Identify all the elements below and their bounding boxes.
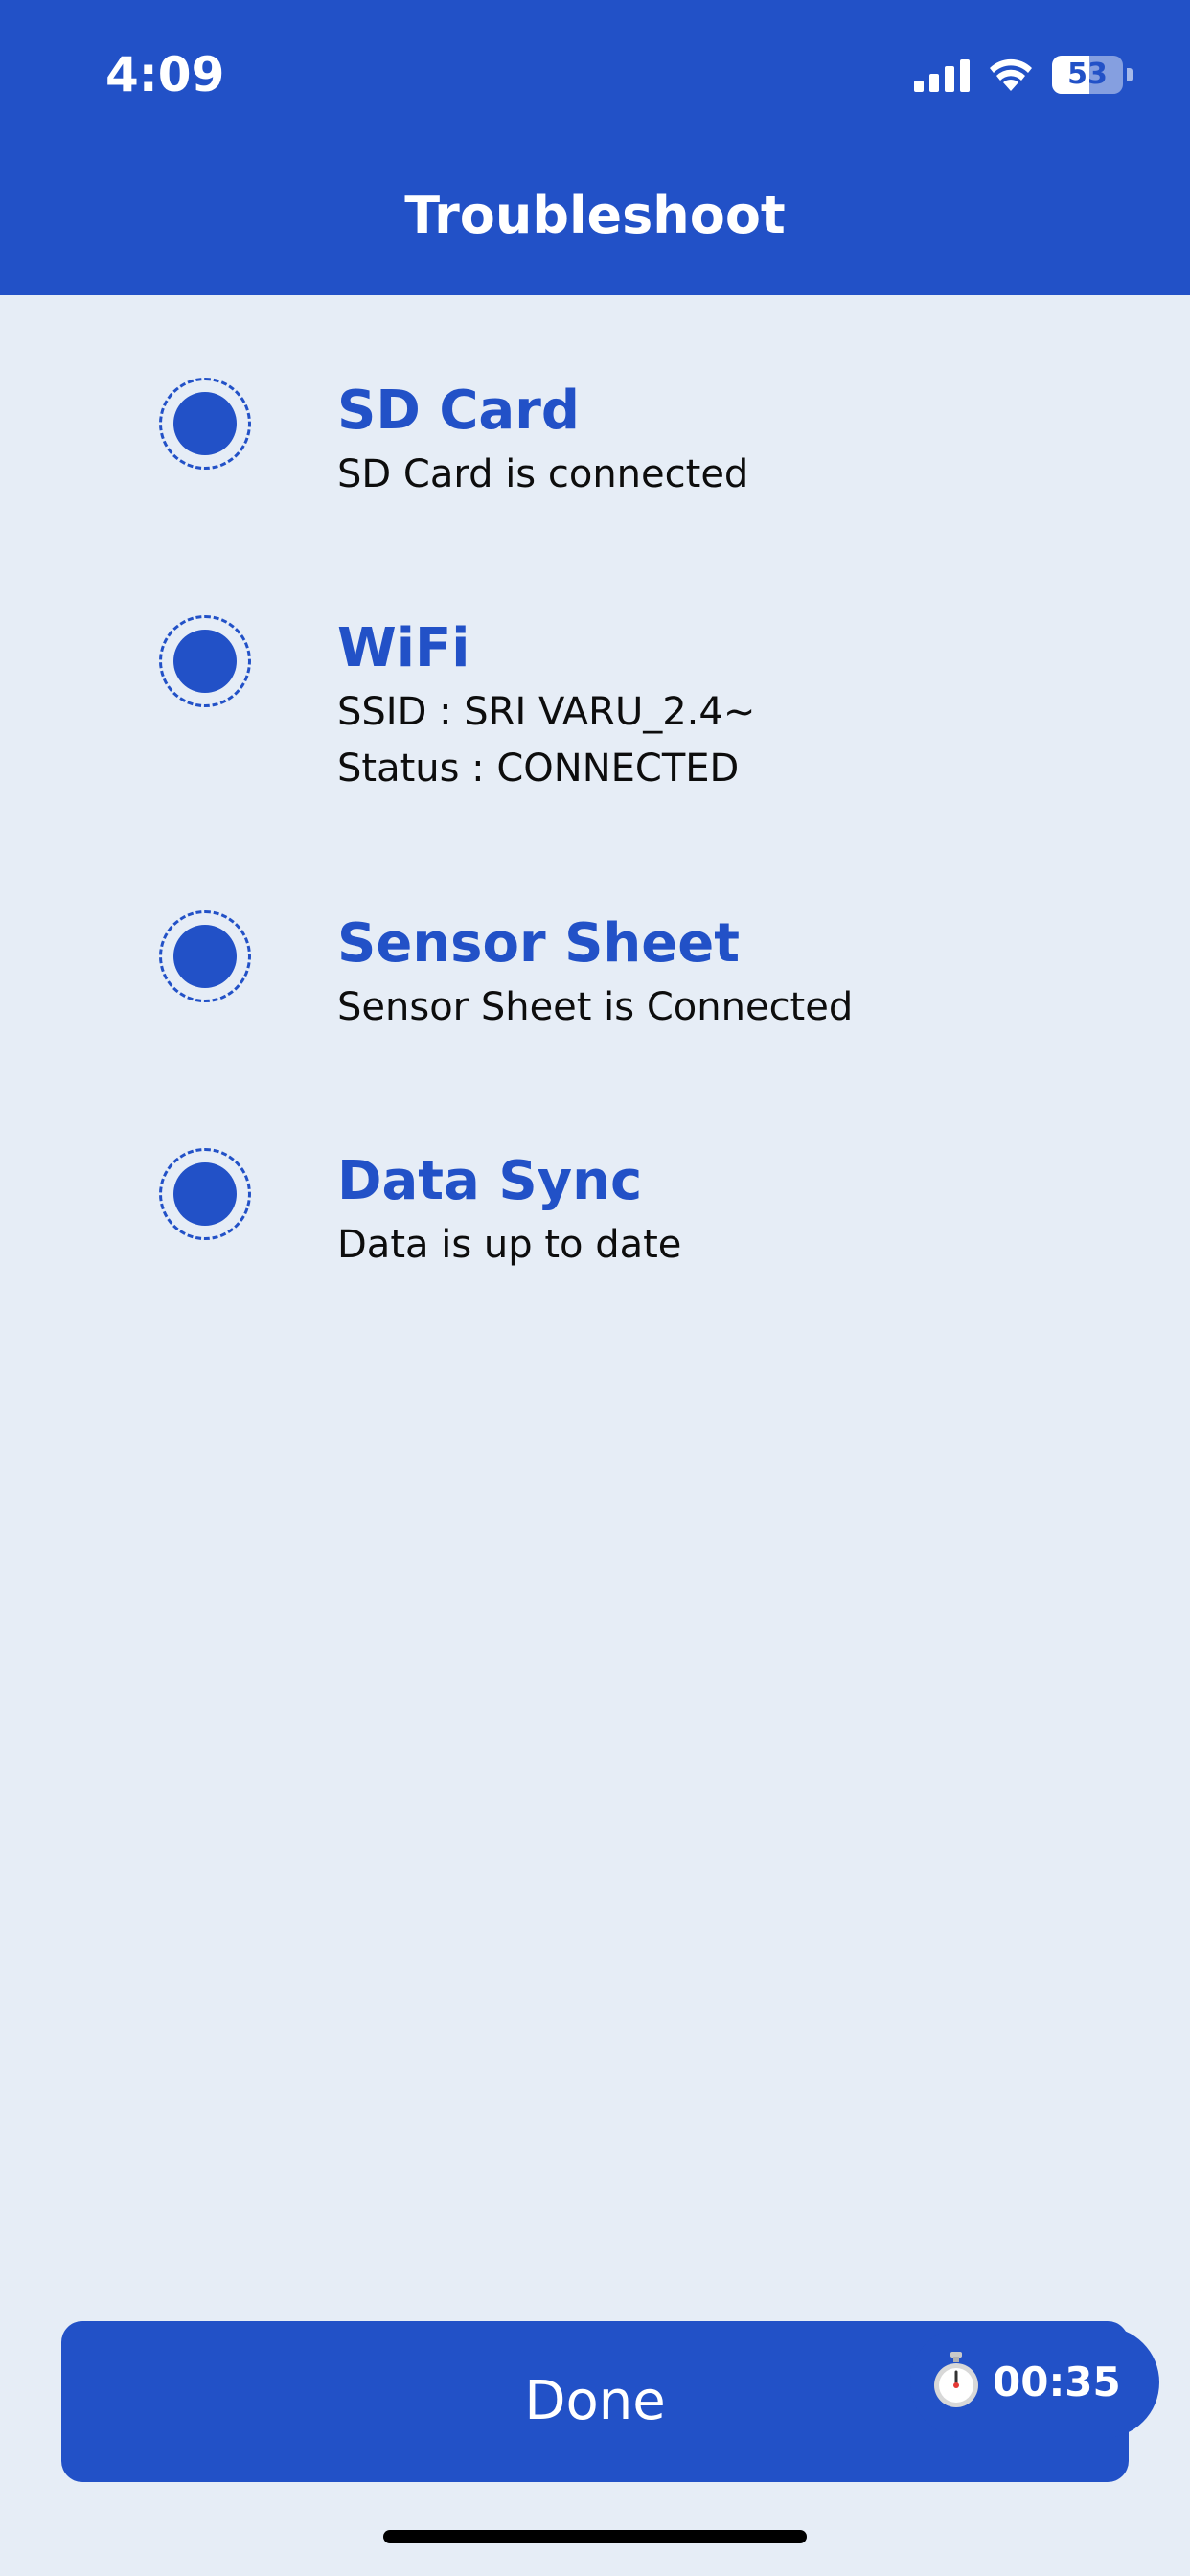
status-indicator-icon [159,1148,251,1240]
item-title: SD Card [337,380,580,442]
page-title: Troubleshoot [404,185,786,245]
status-indicator-icon [159,615,251,707]
status-dot [173,925,237,988]
item-detail: SSID : SRI VARU_2.4~ [337,690,756,734]
battery-percent: 53 [1067,58,1108,91]
cellular-signal-icon [914,58,970,92]
item-detail: Status : CONNECTED [337,747,740,791]
item-detail: SD Card is connected [337,452,749,496]
status-indicators: 53 [914,54,1133,96]
app-header: 4:09 53 Troubleshoot [0,0,1190,295]
status-dot [173,630,237,693]
battery-tip [1127,68,1133,81]
item-title: WiFi [337,617,470,679]
timer-badge: 00:35 [910,2327,1159,2438]
battery-icon: 53 [1052,56,1123,94]
timer-value: 00:35 [993,2358,1121,2405]
home-indicator[interactable] [383,2530,807,2543]
item-detail: Data is up to date [337,1223,682,1267]
status-indicator-icon [159,378,251,470]
item-title: Data Sync [337,1150,643,1212]
wifi-icon [990,58,1032,91]
status-time: 4:09 [105,47,225,103]
status-dot [173,1162,237,1226]
item-detail: Sensor Sheet is Connected [337,985,854,1029]
status-dot [173,392,237,455]
stopwatch-icon [934,2352,978,2407]
status-indicator-icon [159,910,251,1002]
item-title: Sensor Sheet [337,912,741,975]
